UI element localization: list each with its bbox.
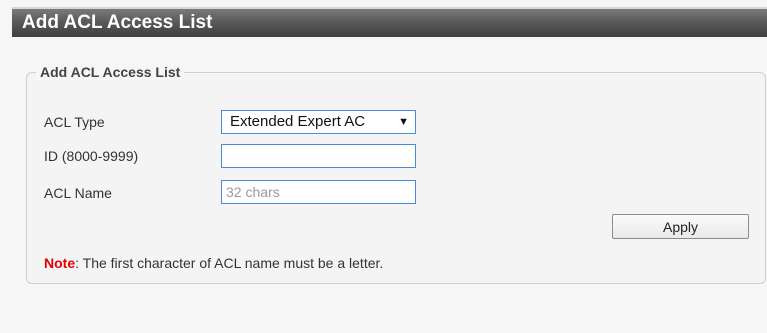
page-title: Add ACL Access List [12, 9, 767, 37]
acl-name-input[interactable] [221, 180, 416, 204]
apply-button[interactable]: Apply [612, 214, 749, 239]
panel-legend: Add ACL Access List [36, 64, 185, 80]
acl-name-label: ACL Name [44, 185, 112, 201]
note: Note: The first character of ACL name mu… [44, 254, 383, 272]
acl-type-select-value: Extended Expert AC [230, 113, 366, 130]
note-label: Note [44, 255, 76, 271]
add-acl-panel [26, 72, 766, 284]
acl-type-label: ACL Type [44, 114, 105, 130]
dropdown-arrow-icon: ▼ [398, 116, 409, 128]
id-label: ID (8000-9999) [44, 148, 139, 164]
note-text: : The first character of ACL name must b… [75, 255, 384, 271]
acl-type-select[interactable]: Extended Expert AC ▼ [221, 110, 416, 134]
id-input[interactable] [221, 144, 416, 168]
